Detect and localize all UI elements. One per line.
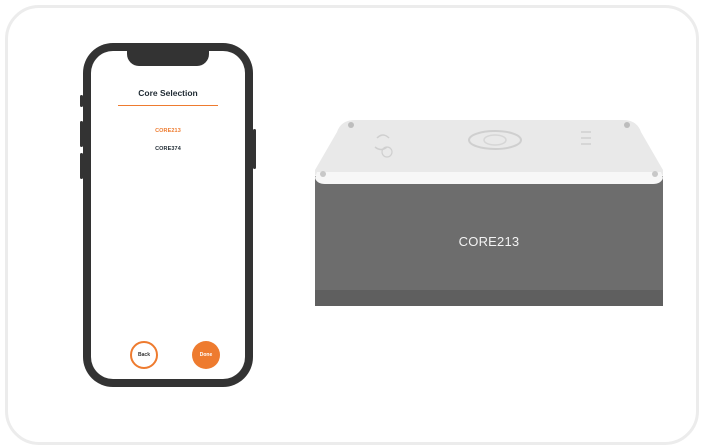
phone-side-button xyxy=(80,95,83,107)
core-device-illustration: CORE213 xyxy=(315,110,663,306)
back-button[interactable]: Back xyxy=(130,341,158,369)
device-lid-edge xyxy=(315,172,663,184)
phone-volume-down-button xyxy=(80,153,83,179)
core-option-core213[interactable]: CORE213 xyxy=(91,128,245,134)
screen-title: Core Selection xyxy=(138,88,198,98)
device-screw xyxy=(320,171,326,177)
device-screw xyxy=(624,122,630,128)
phone-mockup: Core Selection CORE213 CORE374 Back Done xyxy=(80,43,256,387)
title-underline xyxy=(118,105,218,107)
device-graphic xyxy=(315,120,663,306)
core-option-core374[interactable]: CORE374 xyxy=(91,146,245,152)
device-screw xyxy=(652,171,658,177)
phone-volume-up-button xyxy=(80,121,83,147)
device-top-lid xyxy=(315,120,663,180)
done-button[interactable]: Done xyxy=(192,341,220,369)
device-label: CORE213 xyxy=(458,234,520,249)
phone-screen: Core Selection CORE213 CORE374 Back Done xyxy=(91,51,245,379)
device-screw xyxy=(348,122,354,128)
phone-power-button xyxy=(253,129,256,169)
device-base-shadow xyxy=(315,290,663,306)
phone-notch xyxy=(127,51,209,66)
